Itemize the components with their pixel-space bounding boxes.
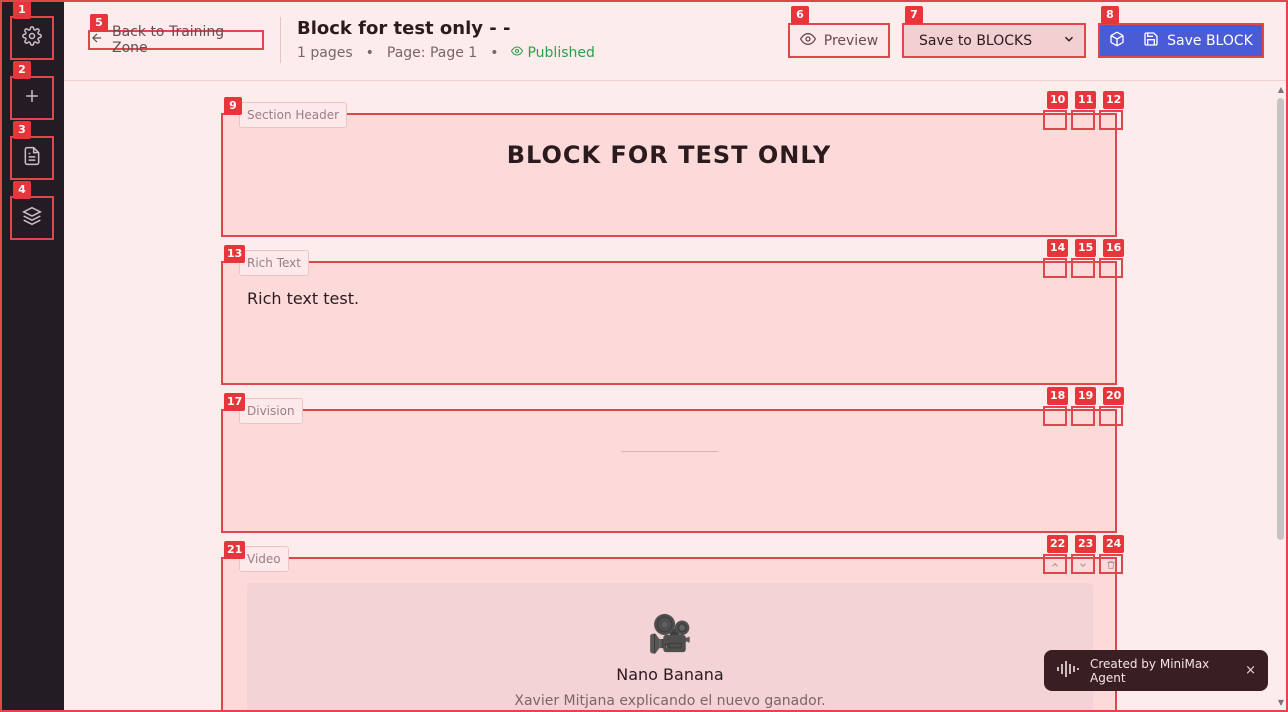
arrow-left-icon: [90, 31, 112, 49]
move-down-button[interactable]: [1071, 406, 1095, 426]
eye-icon: [799, 31, 824, 51]
video-description: Xavier Mitjana explicando el nuevo ganad…: [514, 693, 826, 709]
badge-11: 11: [1075, 91, 1097, 109]
status-badge: Published: [511, 45, 595, 61]
badge-12: 12: [1103, 91, 1125, 109]
section-header-block[interactable]: BLOCK FOR TEST ONLY: [221, 113, 1117, 237]
current-page-label: Page: Page 1: [386, 45, 478, 61]
eye-icon: [511, 45, 527, 61]
left-toolbar: 1 2 3 4: [0, 0, 64, 712]
delete-block-button[interactable]: [1099, 110, 1123, 130]
move-up-button[interactable]: [1043, 406, 1067, 426]
chevron-down-icon: [1078, 555, 1088, 574]
badge-13: 13: [224, 245, 246, 263]
scrollbar-thumb[interactable]: [1277, 98, 1284, 540]
block-type-tag: Section Header: [239, 102, 348, 128]
badge-5: 5: [90, 14, 108, 32]
move-down-button[interactable]: [1071, 258, 1095, 278]
badge-7: 7: [905, 6, 923, 24]
rich-text-block[interactable]: Rich text test.: [221, 261, 1117, 385]
rich-text-content: Rich text test.: [247, 289, 360, 308]
move-up-button[interactable]: [1043, 554, 1067, 574]
badge-20: 20: [1103, 387, 1125, 405]
block-type-tag: Rich Text: [239, 250, 309, 276]
badge-4: 4: [13, 181, 31, 199]
delete-block-button[interactable]: [1099, 258, 1123, 278]
chevron-down-icon: [1062, 32, 1076, 50]
save-block-label: Save BLOCK: [1167, 32, 1253, 49]
block-type-tag: Division: [239, 398, 303, 424]
move-up-button[interactable]: [1043, 258, 1067, 278]
badge-19: 19: [1075, 387, 1097, 405]
division-block[interactable]: [221, 409, 1117, 533]
badge-24: 24: [1103, 535, 1125, 553]
waveform-icon: [1056, 659, 1090, 682]
page-meta: 1 pages • Page: Page 1 • Published: [297, 45, 595, 61]
pages-count: 1 pages: [297, 45, 353, 61]
badge-14: 14: [1047, 239, 1069, 257]
pages-button[interactable]: [10, 136, 54, 180]
scroll-down-arrow[interactable]: ▼: [1276, 699, 1286, 707]
status-label: Published: [527, 45, 595, 61]
back-to-training-zone-link[interactable]: Back to Training Zone: [88, 24, 264, 56]
delete-block-button[interactable]: [1099, 406, 1123, 426]
badge-1: 1: [13, 1, 31, 19]
document-icon: [22, 146, 42, 170]
badge-6: 6: [791, 6, 809, 24]
chevron-up-icon: [1050, 555, 1060, 574]
badge-18: 18: [1047, 387, 1069, 405]
badge-16: 16: [1103, 239, 1125, 257]
header-divider: [280, 17, 281, 63]
trash-icon: [1106, 555, 1116, 574]
settings-button[interactable]: [10, 16, 54, 60]
minimax-toast: Created by MiniMax Agent ×: [1044, 650, 1268, 691]
badge-8: 8: [1101, 6, 1119, 24]
badge-15: 15: [1075, 239, 1097, 257]
save-destination-select[interactable]: Save to BLOCKS: [902, 23, 1086, 58]
meta-separator: •: [365, 45, 374, 61]
badge-3: 3: [13, 121, 31, 139]
badge-23: 23: [1075, 535, 1097, 553]
close-icon[interactable]: ×: [1245, 663, 1256, 678]
video-block[interactable]: 🎥 Nano Banana Xavier Mitjana explicando …: [221, 557, 1117, 712]
toast-text: Created by MiniMax Agent: [1090, 656, 1210, 685]
layers-button[interactable]: [10, 196, 54, 240]
preview-label: Preview: [823, 32, 879, 49]
gear-icon: [22, 26, 42, 50]
plus-icon: [22, 86, 42, 110]
preview-button[interactable]: Preview: [788, 23, 890, 58]
video-title: Nano Banana: [616, 665, 724, 684]
badge-17: 17: [224, 393, 246, 411]
move-up-button[interactable]: [1043, 110, 1067, 130]
badge-22: 22: [1047, 535, 1069, 553]
move-down-button[interactable]: [1071, 110, 1095, 130]
divider-line: [621, 451, 718, 452]
back-link-label: Back to Training Zone: [112, 24, 225, 56]
video-placeholder[interactable]: 🎥 Nano Banana Xavier Mitjana explicando …: [247, 583, 1093, 712]
move-down-button[interactable]: [1071, 554, 1095, 574]
cube-icon: [1109, 31, 1133, 51]
add-block-button[interactable]: [10, 76, 54, 120]
page-title: Block for test only - -: [297, 18, 511, 39]
video-camera-icon: 🎥: [647, 614, 693, 655]
layers-icon: [21, 206, 43, 230]
save-icon: [1143, 31, 1167, 51]
badge-10: 10: [1047, 91, 1069, 109]
block-type-tag: Video: [239, 546, 289, 572]
section-header-text: BLOCK FOR TEST ONLY: [506, 141, 832, 169]
badge-21: 21: [224, 541, 246, 559]
save-block-button[interactable]: Save BLOCK: [1098, 23, 1264, 58]
delete-block-button[interactable]: [1099, 554, 1123, 574]
save-select-value: Save to BLOCKS: [919, 32, 1033, 49]
badge-9: 9: [224, 97, 242, 115]
editor-header: 5 Back to Training Zone Block for test o…: [64, 0, 1288, 81]
scroll-up-arrow[interactable]: ▲: [1276, 86, 1286, 94]
meta-separator: •: [490, 45, 499, 61]
badge-2: 2: [13, 61, 31, 79]
